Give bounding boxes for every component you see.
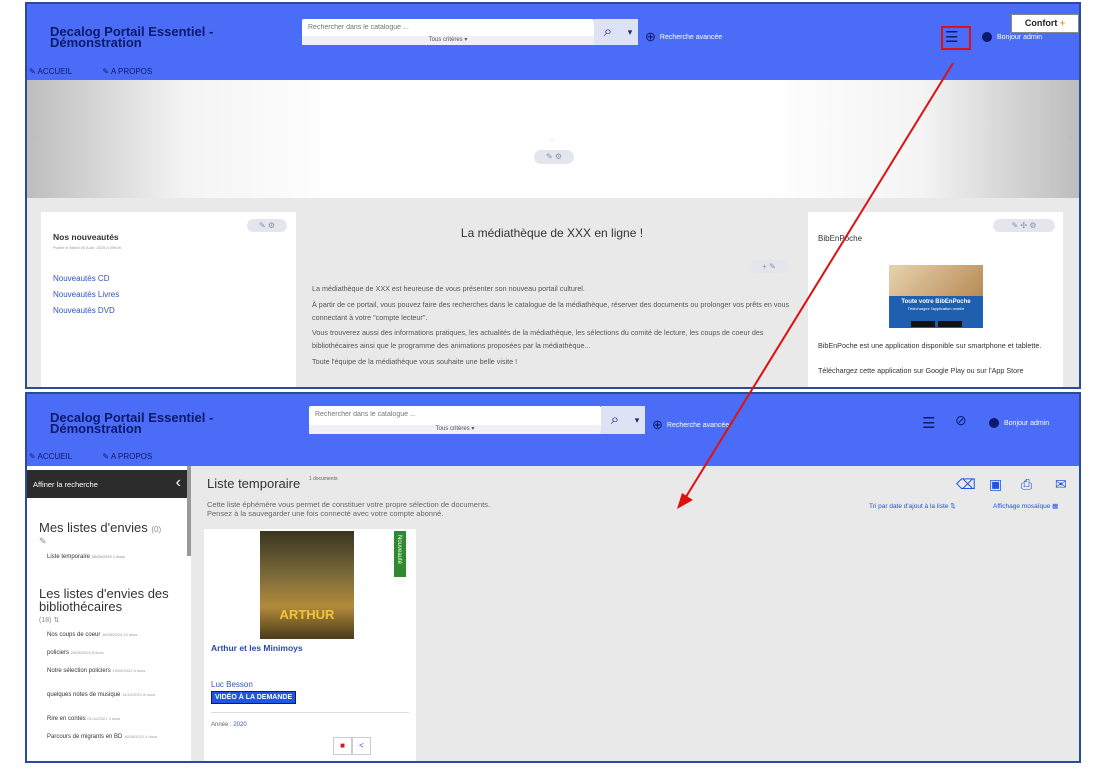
annotation-arrow-line	[683, 62, 954, 501]
annotation-arrow	[677, 62, 954, 509]
annotation-arrow-head	[677, 493, 693, 509]
